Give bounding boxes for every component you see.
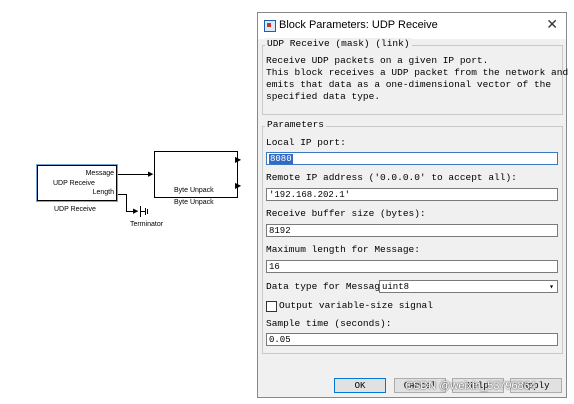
- byte-unpack-block[interactable]: Byte Unpack: [154, 151, 238, 198]
- data-type-value: uint8: [382, 282, 410, 292]
- port-label-length: Length: [92, 189, 114, 196]
- mask-desc-line1: Receive UDP packets on a given IP port.: [266, 55, 489, 66]
- udp-receive-block[interactable]: Message UDP Receive Length: [36, 164, 118, 202]
- watermark-text: CSDN @weixin_53796864: [405, 380, 537, 392]
- sample-time-field[interactable]: 0.05: [266, 333, 558, 346]
- variable-size-label: Output variable-size signal: [279, 300, 433, 311]
- remote-ip-label: Remote IP address ('0.0.0.0' to accept a…: [266, 172, 517, 183]
- udp-block-title: UDP Receive: [53, 180, 95, 187]
- mask-desc-line4: specified data type.: [266, 91, 381, 102]
- local-port-field[interactable]: 8080: [266, 152, 558, 165]
- local-port-label: Local IP port:: [266, 137, 346, 148]
- buffer-size-label: Receive buffer size (bytes):: [266, 208, 426, 219]
- max-length-field[interactable]: 16: [266, 260, 558, 273]
- signal-line-length[interactable]: [118, 194, 126, 195]
- mask-desc-line3: emits that data as a one-dimensional vec…: [266, 79, 552, 90]
- dialog-title: Block Parameters: UDP Receive: [279, 19, 438, 31]
- terminator-caption: Terminator: [130, 221, 164, 228]
- unpack-inner-label: Byte Unpack: [174, 187, 214, 194]
- sample-time-label: Sample time (seconds):: [266, 318, 392, 329]
- port-label-message: Message: [85, 170, 114, 177]
- block-parameters-dialog: Block Parameters: UDP Receive ✕ UDP Rece…: [257, 12, 569, 398]
- close-icon[interactable]: ✕: [546, 16, 558, 33]
- signal-line-message[interactable]: [118, 174, 152, 175]
- mask-desc-line2: This block receives a UDP packet from th…: [266, 67, 569, 78]
- variable-size-checkbox[interactable]: [266, 301, 277, 312]
- arrowhead-icon: ▶: [133, 208, 139, 215]
- data-type-label: Data type for Message:: [266, 281, 392, 292]
- signal-line-length-vertical: [126, 194, 127, 211]
- arrowhead-icon: ▶: [148, 171, 154, 178]
- simulink-block-icon: [264, 20, 276, 32]
- byte-unpack-caption: Byte Unpack: [174, 199, 214, 206]
- output-port-1-icon: ▶: [235, 155, 242, 164]
- output-port-2-icon: ▶: [235, 181, 242, 190]
- parameters-legend: Parameters: [265, 119, 327, 130]
- local-port-value: 8080: [269, 154, 293, 164]
- mask-legend: UDP Receive (mask) (link): [265, 38, 412, 49]
- chevron-down-icon: ▾: [549, 283, 554, 292]
- max-length-label: Maximum length for Message:: [266, 244, 420, 255]
- simulink-canvas: Message UDP Receive Length UDP Receive ▶…: [0, 0, 255, 404]
- terminator-block[interactable]: [140, 206, 149, 217]
- buffer-size-field[interactable]: 8192: [266, 224, 558, 237]
- data-type-select[interactable]: uint8 ▾: [379, 280, 558, 293]
- ok-button[interactable]: OK: [334, 378, 386, 393]
- udp-block-caption: UDP Receive: [54, 206, 96, 213]
- dialog-titlebar[interactable]: Block Parameters: UDP Receive ✕: [258, 13, 566, 39]
- remote-ip-field[interactable]: '192.168.202.1': [266, 188, 558, 201]
